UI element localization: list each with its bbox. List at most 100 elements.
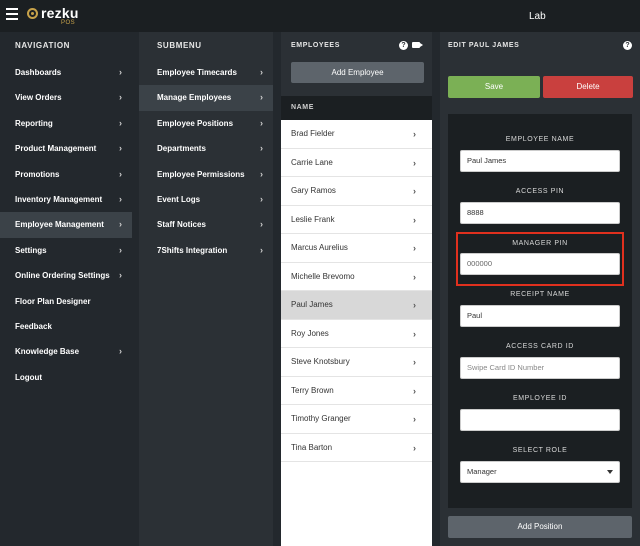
nav-item-product-management[interactable]: Product Management › xyxy=(0,136,132,161)
submenu-item-departments[interactable]: Departments › xyxy=(139,136,273,161)
submenu-item-label: Staff Notices xyxy=(157,220,206,230)
submenu-item-event-logs[interactable]: Event Logs › xyxy=(139,187,273,212)
employee-row[interactable]: Terry Brown › xyxy=(281,376,432,405)
employee-row[interactable]: Brad Fielder › xyxy=(281,120,432,149)
add-employee-button[interactable]: Add Employee xyxy=(291,62,424,83)
employee-id-field[interactable] xyxy=(460,409,620,431)
nav-item-feedback[interactable]: Feedback xyxy=(0,314,132,339)
access-card-id-field[interactable]: Swipe Card ID Number xyxy=(460,357,620,379)
edit-employee-panel: EDIT PAUL JAMES ? Save Delete EMPLOYEE N… xyxy=(440,32,640,546)
nav-item-label: Online Ordering Settings xyxy=(15,271,110,281)
delete-button[interactable]: Delete xyxy=(543,76,633,98)
nav-item-label: Knowledge Base xyxy=(15,347,80,357)
employee-name: Paul James xyxy=(291,300,333,309)
name-column-header: NAME xyxy=(281,96,432,120)
navigation-panel: NAVIGATION Dashboards › View Orders › Report… xyxy=(0,32,132,546)
employee-id-label: EMPLOYEE ID xyxy=(512,395,568,402)
employee-row[interactable]: Leslie Frank › xyxy=(281,205,432,234)
employee-row[interactable]: Carrie Lane › xyxy=(281,148,432,177)
nav-item-label: Dashboards xyxy=(15,68,62,77)
employee-row[interactable]: Gary Ramos › xyxy=(281,177,432,206)
save-button[interactable]: Save xyxy=(448,76,540,98)
employee-row[interactable]: Timothy Granger › xyxy=(281,405,432,434)
chevron-right-icon: › xyxy=(413,186,416,196)
nav-item-label: Logout xyxy=(15,372,43,382)
employee-row[interactable]: Tina Barton › xyxy=(281,433,432,462)
submenu-item-staff-notices[interactable]: Staff Notices › xyxy=(139,212,273,237)
nav-item-online-ordering-settings[interactable]: Online Ordering Settings › xyxy=(0,263,132,288)
employee-form: EMPLOYEE NAME Paul James ACCESS PIN 8888… xyxy=(448,114,632,508)
chevron-right-icon: › xyxy=(260,168,263,179)
access-pin-field[interactable]: 8888 xyxy=(460,202,620,224)
receipt-name-field[interactable]: Paul xyxy=(460,305,620,327)
submenu-item-employee-permissions[interactable]: Employee Permissions › xyxy=(139,162,273,187)
chevron-right-icon: › xyxy=(119,219,122,230)
nav-item-knowledge-base[interactable]: Knowledge Base › xyxy=(0,339,132,364)
submenu-item-employee-positions[interactable]: Employee Positions › xyxy=(139,111,273,136)
help-icon[interactable]: ? xyxy=(399,41,408,50)
location-name[interactable]: Lab xyxy=(529,11,546,22)
video-camera-icon[interactable] xyxy=(412,42,423,48)
employee-name: Tina Barton xyxy=(291,442,333,452)
submenu-item-manage-employees[interactable]: Manage Employees › xyxy=(139,85,273,111)
employee-list: Brad Fielder › Carrie Lane › Gary Ramos › Lesl… xyxy=(281,120,432,462)
nav-item-employee-management[interactable]: Employee Management › xyxy=(0,212,132,238)
chevron-right-icon: › xyxy=(119,193,122,204)
nav-item-label: Product Management xyxy=(15,144,97,154)
employee-row[interactable]: Michelle Brevomo › xyxy=(281,262,432,291)
submenu-item-label: 7Shifts Integration xyxy=(157,245,228,255)
help-icon[interactable]: ? xyxy=(623,41,632,50)
submenu-panel: SUBMENU Employee Timecards › Manage Employ… xyxy=(139,32,273,546)
manager-pin-field[interactable]: 000000 xyxy=(460,253,620,275)
chevron-right-icon: › xyxy=(413,214,416,225)
nav-item-view-orders[interactable]: View Orders › xyxy=(0,85,132,110)
select-role-value: Manager xyxy=(467,467,497,476)
edit-title: EDIT PAUL JAMES xyxy=(448,42,520,49)
nav-item-label: Inventory Management xyxy=(15,194,103,204)
submenu-item-7shifts-integration[interactable]: 7Shifts Integration › xyxy=(139,238,273,263)
submenu-item-label: Employee Positions xyxy=(157,118,234,128)
brand-sub: POS xyxy=(61,20,76,26)
employee-row[interactable]: Marcus Aurelius › xyxy=(281,234,432,263)
nav-item-dashboards[interactable]: Dashboards › xyxy=(0,60,132,85)
submenu-item-label: Manage Employees xyxy=(157,93,232,103)
brand-name: rezku xyxy=(41,5,79,21)
employee-name-field[interactable]: Paul James xyxy=(460,150,620,172)
nav-item-inventory-management[interactable]: Inventory Management › xyxy=(0,187,132,212)
nav-item-label: Employee Management xyxy=(15,220,104,230)
employee-name: Roy Jones xyxy=(291,328,329,338)
chevron-right-icon: › xyxy=(260,193,263,204)
add-position-button[interactable]: Add Position xyxy=(448,516,632,538)
access-card-id-label: ACCESS CARD ID xyxy=(506,343,574,350)
nav-item-label: Feedback xyxy=(15,321,52,331)
employees-toolbar: Add Employee xyxy=(281,60,432,96)
chevron-right-icon: › xyxy=(413,442,416,453)
chevron-right-icon: › xyxy=(260,143,263,154)
employee-name: Brad Fielder xyxy=(291,129,335,138)
submenu-item-employee-timecards[interactable]: Employee Timecards › xyxy=(139,60,273,85)
employee-name: Marcus Aurelius xyxy=(291,243,348,252)
employees-header: EMPLOYEES ? xyxy=(281,32,432,60)
chevron-right-icon: › xyxy=(413,328,416,339)
receipt-name-label: RECEIPT NAME xyxy=(510,291,570,298)
nav-item-promotions[interactable]: Promotions › xyxy=(0,162,132,187)
nav-item-reporting[interactable]: Reporting › xyxy=(0,111,132,136)
submenu-item-label: Employee Permissions xyxy=(157,169,245,179)
employee-row[interactable]: Steve Knotsbury › xyxy=(281,348,432,377)
nav-item-label: Promotions xyxy=(15,169,60,179)
hamburger-menu-icon[interactable] xyxy=(6,8,18,20)
nav-item-settings[interactable]: Settings › xyxy=(0,238,132,263)
employee-row[interactable]: Roy Jones › xyxy=(281,319,432,348)
chevron-right-icon: › xyxy=(119,346,122,357)
select-role-dropdown[interactable]: Manager xyxy=(460,461,620,483)
chevron-right-icon: › xyxy=(413,271,416,282)
employee-name: Steve Knotsbury xyxy=(291,357,350,366)
dropdown-arrow-icon xyxy=(607,470,613,474)
chevron-right-icon: › xyxy=(413,243,416,253)
employee-name: Carrie Lane xyxy=(291,157,333,167)
chevron-right-icon: › xyxy=(260,219,263,230)
employee-row[interactable]: Paul James › xyxy=(281,291,432,320)
nav-item-logout[interactable]: Logout xyxy=(0,365,132,390)
nav-item-label: View Orders xyxy=(15,93,62,103)
nav-item-floor-plan-designer[interactable]: Floor Plan Designer xyxy=(0,289,132,314)
